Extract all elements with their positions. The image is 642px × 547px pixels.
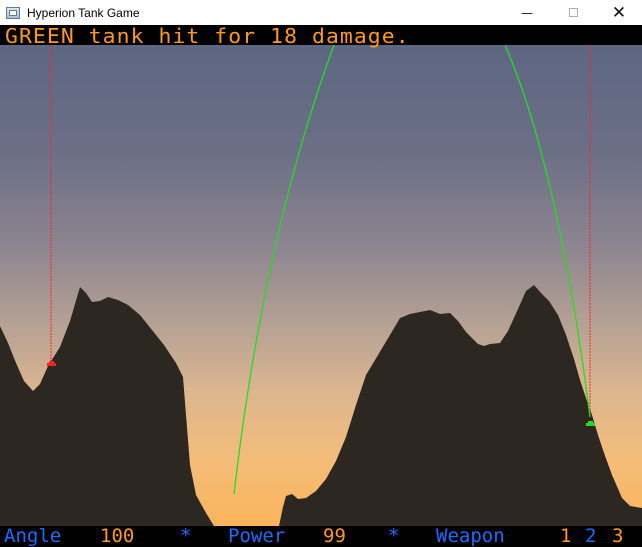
- title-bar[interactable]: Hyperion Tank Game — ✕: [0, 0, 642, 25]
- minimize-button[interactable]: —: [504, 0, 550, 25]
- maximize-icon: [568, 8, 578, 17]
- minimize-icon: —: [521, 5, 533, 20]
- maximize-button[interactable]: [550, 0, 596, 25]
- battlefield: [0, 44, 642, 526]
- game-window: Hyperion Tank Game — ✕ GREEN tank hit fo…: [0, 0, 642, 547]
- weapon-option-3[interactable]: 3: [612, 526, 623, 547]
- control-bar: Angle 100 * Power 99 * Weapon 1 2 3: [0, 526, 642, 547]
- angle-label: Angle: [4, 525, 62, 547]
- angle-value[interactable]: 100: [100, 526, 134, 547]
- game-canvas[interactable]: GREEN tank hit for 18 damage. Angle 100 …: [0, 24, 642, 547]
- power-value[interactable]: 99: [323, 526, 346, 547]
- window-title: Hyperion Tank Game: [27, 5, 140, 20]
- power-label: Power: [228, 525, 286, 547]
- close-button[interactable]: ✕: [596, 0, 642, 25]
- separator-1: *: [180, 525, 192, 547]
- separator-2: *: [388, 525, 400, 547]
- weapon-option-1[interactable]: 1: [560, 526, 571, 547]
- weapon-label: Weapon: [436, 525, 505, 547]
- close-icon: ✕: [611, 2, 627, 23]
- status-bar: GREEN tank hit for 18 damage.: [0, 24, 642, 48]
- window-icon: [6, 6, 20, 19]
- weapon-option-2[interactable]: 2: [585, 526, 596, 547]
- status-message: GREEN tank hit for 18 damage.: [5, 24, 410, 48]
